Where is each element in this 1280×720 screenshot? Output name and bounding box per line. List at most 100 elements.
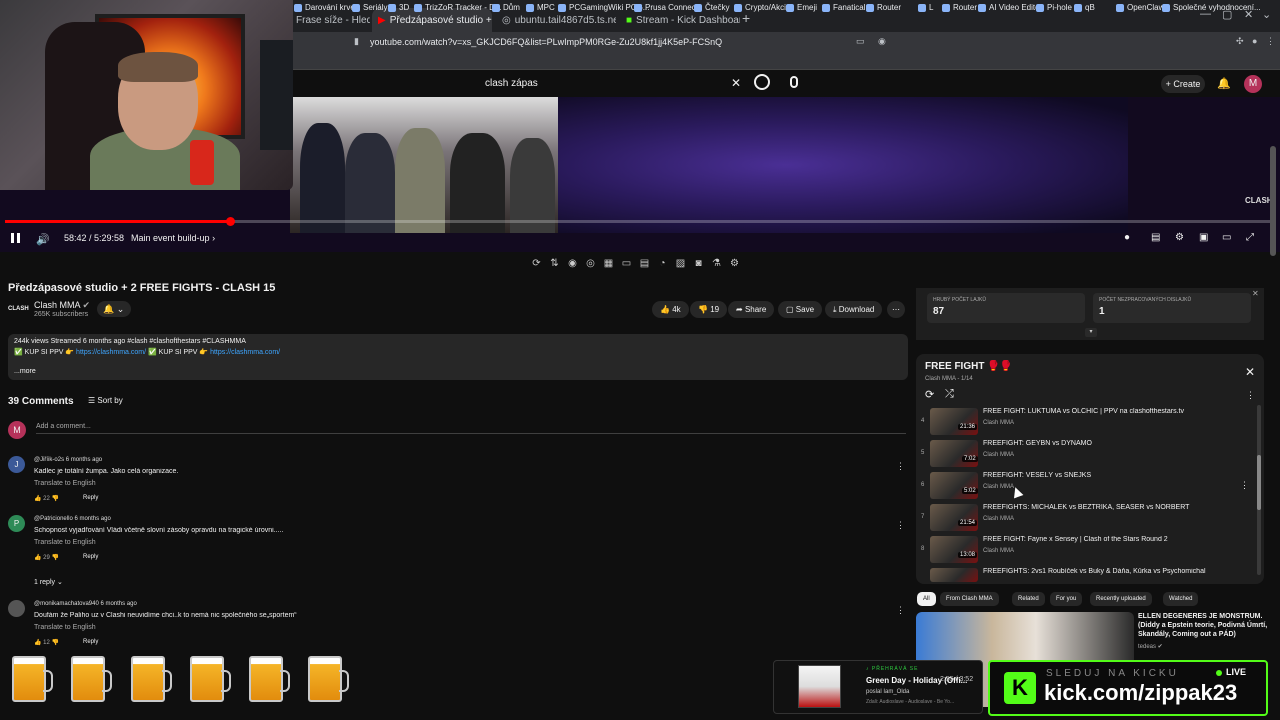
playlist-item-menu-icon[interactable]: ⋮ bbox=[1240, 480, 1249, 491]
playlist-item-title[interactable]: FREEFIGHT: VESELÝ vs SNEJKS bbox=[983, 472, 1243, 479]
cast-icon[interactable]: ▭ bbox=[856, 36, 865, 47]
subtitles-icon[interactable]: ▤ bbox=[1151, 232, 1160, 243]
add-comment-input[interactable]: Add a comment... bbox=[36, 423, 906, 434]
fullscreen-icon[interactable]: ⤢ bbox=[1246, 232, 1254, 243]
view-replies-button[interactable]: 1 reply ⌄ bbox=[34, 578, 63, 586]
speed-icon[interactable]: ◔ bbox=[656, 258, 669, 272]
chevron-down-icon[interactable]: ⌄ bbox=[1262, 8, 1271, 21]
playlist-menu-icon[interactable]: ⋮ bbox=[1246, 390, 1255, 401]
dislike-button[interactable]: 👎 19 bbox=[690, 301, 728, 318]
comment-likes[interactable]: 👍 29 👎 bbox=[34, 554, 59, 561]
subscribe-bell-button[interactable]: 🔔 ⌄ bbox=[97, 301, 131, 317]
search-input[interactable]: clash zápas bbox=[478, 73, 748, 95]
bookmark-item[interactable]: 3D bbox=[388, 3, 409, 12]
channel-logo[interactable]: CLASH bbox=[8, 300, 29, 318]
playlist-item-title[interactable]: FREEFIGHTS: 2vs1 Roubíček vs Buky & Dáňa… bbox=[983, 568, 1243, 575]
channel-name[interactable]: Clash MMA ✔ bbox=[34, 300, 90, 311]
audio-icon[interactable]: ◉ bbox=[566, 258, 579, 272]
bookmark-item[interactable]: AI Video Editor bbox=[978, 3, 1042, 12]
bookmark-item[interactable]: Prusa Connect bbox=[634, 3, 698, 12]
comment-menu-icon[interactable]: ⋮ bbox=[896, 520, 905, 531]
search-icon[interactable] bbox=[754, 74, 770, 90]
playlist-item-title[interactable]: FREE FIGHT: LUKTUMA vs OLCHIČ | PPV na c… bbox=[983, 408, 1243, 415]
playlist-item-title[interactable]: FREE FIGHT: Fayne x Sensey | Clash of th… bbox=[983, 536, 1243, 543]
bookmark-item[interactable]: Emeji bbox=[786, 3, 817, 12]
playlist-scrollbar-thumb[interactable] bbox=[1257, 455, 1261, 510]
image-icon[interactable]: ▨ bbox=[674, 258, 687, 272]
playlist-thumbnail[interactable] bbox=[930, 504, 978, 531]
bookmark-item[interactable]: Fanatical bbox=[822, 3, 865, 12]
bookmark-item[interactable]: Router bbox=[866, 3, 901, 12]
bookmark-item[interactable]: OpenClaw bbox=[1116, 3, 1164, 12]
sort-comments-button[interactable]: ☰ Sort by bbox=[88, 396, 123, 405]
camera-icon[interactable]: ◙ bbox=[692, 258, 705, 272]
bookmark-item[interactable]: Crypto/Akcie bbox=[734, 3, 790, 12]
comment-author[interactable]: @Jiříik-o2s 6 months ago bbox=[34, 457, 102, 463]
bookmark-item[interactable]: Čtečky bbox=[694, 3, 729, 12]
recommended-title[interactable]: ELLEN DEGENERES JE MONSTRUM. (Diddy a Ep… bbox=[1138, 612, 1268, 639]
progress-scrubber[interactable] bbox=[226, 217, 235, 226]
playlist-item-title[interactable]: FREEFIGHT: GEYBN vs DYNAMO bbox=[983, 440, 1243, 447]
recommended-channel[interactable]: tedeas ✔ bbox=[1138, 643, 1163, 650]
show-more-link[interactable]: ...more bbox=[14, 368, 36, 375]
sort-icon[interactable]: ⇅ bbox=[548, 258, 561, 272]
loop-playlist-icon[interactable]: ⟳ bbox=[925, 388, 934, 401]
playlist-thumbnail[interactable] bbox=[930, 440, 978, 467]
download-button[interactable]: ⤓ Download bbox=[825, 301, 883, 318]
settings-icon[interactable]: ⚙ bbox=[728, 258, 741, 272]
reply-button[interactable]: Reply bbox=[83, 495, 98, 501]
playlist-thumbnail[interactable] bbox=[930, 408, 978, 435]
comment-author[interactable]: @Patricionello 6 months ago bbox=[34, 516, 111, 522]
notifications-icon[interactable]: 🔔 bbox=[1217, 77, 1231, 90]
comment-likes[interactable]: 👍 22 👎 bbox=[34, 495, 59, 502]
shuffle-icon[interactable]: ⤮ bbox=[945, 388, 954, 401]
bookmark-item[interactable]: Pi-hole bbox=[1036, 3, 1072, 12]
bookmark-item[interactable]: TrizZoR Tracker - D... bbox=[414, 3, 502, 12]
film-icon[interactable]: ▦ bbox=[602, 258, 615, 272]
new-tab-button[interactable]: + bbox=[742, 10, 750, 26]
playlist-title[interactable]: FREE FIGHT 🥊🥊 bbox=[925, 361, 1012, 372]
extension-icon[interactable]: ◉ bbox=[878, 36, 886, 47]
commenter-avatar[interactable] bbox=[8, 600, 25, 617]
reply-button[interactable]: Reply bbox=[83, 639, 98, 645]
microphone-icon[interactable] bbox=[790, 76, 798, 88]
description-link[interactable]: https://clashmma.com/ bbox=[210, 349, 280, 356]
commenter-avatar[interactable]: P bbox=[8, 515, 25, 532]
translate-link[interactable]: Translate to English bbox=[34, 480, 96, 487]
bookmark-item[interactable]: Společné vyhodnocení... bbox=[1162, 3, 1261, 12]
share-button[interactable]: ➦ Share bbox=[728, 301, 775, 318]
avatar[interactable]: M bbox=[1244, 75, 1262, 93]
comment-menu-icon[interactable]: ⋮ bbox=[896, 605, 905, 616]
chip-from-channel[interactable]: From Clash MMA bbox=[940, 592, 999, 606]
kebab-menu-icon[interactable]: ⋮ bbox=[1266, 36, 1275, 47]
create-button[interactable]: + Create bbox=[1161, 75, 1205, 93]
translate-link[interactable]: Translate to English bbox=[34, 624, 96, 631]
expand-stats-icon[interactable]: ▾ bbox=[1085, 328, 1097, 337]
pause-icon[interactable] bbox=[11, 233, 20, 243]
bookmark-item[interactable]: Dům bbox=[492, 3, 520, 12]
bookmark-item[interactable]: L bbox=[918, 3, 933, 12]
volume-icon[interactable]: 🔊 bbox=[36, 233, 50, 246]
save-button[interactable]: ▢ Save bbox=[778, 301, 823, 318]
bookmark-item[interactable]: Darování krve bbox=[294, 3, 355, 12]
playlist-thumbnail[interactable] bbox=[930, 568, 978, 582]
chip-for-you[interactable]: For you bbox=[1050, 592, 1083, 606]
puzzle-icon[interactable]: ✣ bbox=[1236, 36, 1244, 47]
playlist-thumbnail[interactable] bbox=[930, 536, 978, 563]
clear-search-icon[interactable]: ✕ bbox=[731, 76, 741, 90]
chip-recently-uploaded[interactable]: Recently uploaded bbox=[1090, 592, 1152, 606]
comment-menu-icon[interactable]: ⋮ bbox=[896, 461, 905, 472]
bookmark-icon[interactable]: ▮ bbox=[354, 36, 359, 47]
loop-icon[interactable]: ⟳ bbox=[530, 258, 543, 272]
chip-related[interactable]: Related bbox=[1012, 592, 1045, 606]
eye-icon[interactable]: ◎ bbox=[584, 258, 597, 272]
bookmark-item[interactable]: qB bbox=[1074, 3, 1095, 12]
chapter-button[interactable]: Main event build-up › bbox=[131, 233, 215, 243]
crop-icon[interactable]: ▭ bbox=[620, 258, 633, 272]
playlist-thumbnail[interactable] bbox=[930, 472, 978, 499]
url-field[interactable]: youtube.com/watch?v=xs_GKJCD6FQ&list=PLw… bbox=[370, 34, 870, 50]
comment-likes[interactable]: 👍 12 👎 bbox=[34, 639, 59, 646]
commenter-avatar[interactable]: J bbox=[8, 456, 25, 473]
theater-mode-icon[interactable]: ▭ bbox=[1222, 232, 1231, 243]
translate-link[interactable]: Translate to English bbox=[34, 539, 96, 546]
